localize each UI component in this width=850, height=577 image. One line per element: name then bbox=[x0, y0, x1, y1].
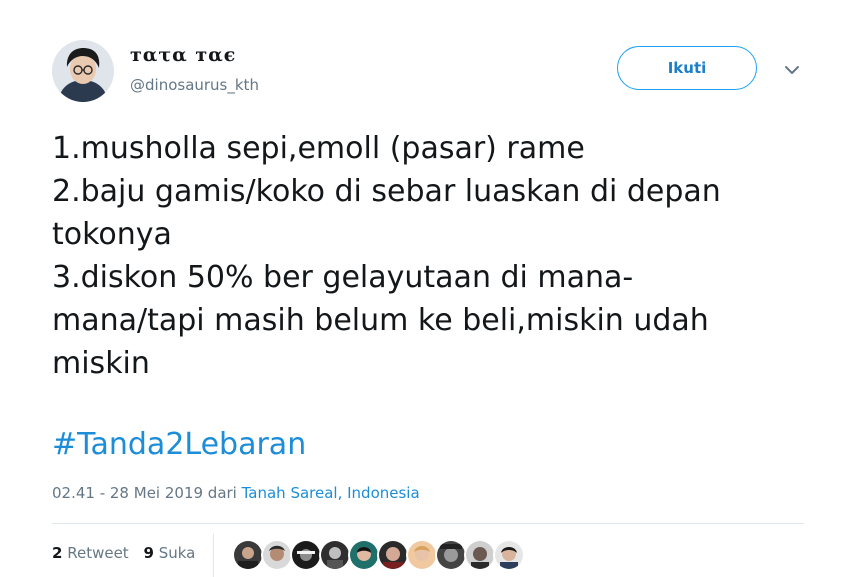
avatar-image bbox=[52, 40, 114, 102]
avatar[interactable] bbox=[52, 40, 114, 102]
tweet-card: тατα тαє @dinosaurus_kth Ikuti 1.musholl… bbox=[0, 0, 850, 577]
follow-button[interactable]: Ikuti bbox=[617, 46, 757, 90]
retweets-count: 2 bbox=[52, 544, 63, 562]
retweets-stat[interactable]: 2 Retweet bbox=[52, 544, 129, 562]
liker-avatar[interactable] bbox=[464, 539, 496, 571]
tweet-text-line: miskin bbox=[52, 346, 150, 381]
tweet-text-line: 2.baju gamis/koko di sebar luaskan di de… bbox=[52, 174, 721, 209]
tweet-meta: 02.41 - 28 Mei 2019 dari Tanah Sareal, I… bbox=[52, 484, 420, 502]
likes-label: Suka bbox=[158, 544, 196, 562]
tweet-text-line: mana/tapi masih belum ke beli,miskin uda… bbox=[52, 303, 709, 338]
liker-avatar[interactable] bbox=[319, 539, 351, 571]
likes-count: 9 bbox=[143, 544, 154, 562]
liker-avatar[interactable] bbox=[406, 539, 438, 571]
retweets-label: Retweet bbox=[67, 544, 129, 562]
liker-avatar[interactable] bbox=[232, 539, 264, 571]
liker-avatar[interactable] bbox=[261, 539, 293, 571]
tweet-timestamp[interactable]: 02.41 - 28 Mei 2019 dari bbox=[52, 484, 242, 502]
stats-divider bbox=[213, 534, 214, 577]
tweet-text-line: tokonya bbox=[52, 217, 172, 252]
liker-avatar[interactable] bbox=[290, 539, 322, 571]
liker-avatar[interactable] bbox=[435, 539, 467, 571]
location-link[interactable]: Tanah Sareal, Indonesia bbox=[242, 484, 420, 502]
liker-avatar[interactable] bbox=[493, 539, 525, 571]
liker-avatar[interactable] bbox=[348, 539, 380, 571]
likes-stat[interactable]: 9 Suka bbox=[143, 544, 195, 562]
tweet-text-line: 1.musholla sepi,emoll (pasar) rame bbox=[52, 131, 585, 166]
liker-avatar[interactable] bbox=[377, 539, 409, 571]
hashtag-link[interactable]: #Tanda2Lebaran bbox=[52, 423, 306, 466]
liker-avatars bbox=[232, 539, 525, 571]
user-handle[interactable]: @dinosaurus_kth bbox=[130, 76, 259, 94]
tweet-text: 1.musholla sepi,emoll (pasar) rame 2.baj… bbox=[52, 127, 822, 385]
display-name[interactable]: тατα тαє bbox=[130, 44, 236, 66]
divider bbox=[52, 523, 804, 524]
chevron-down-icon[interactable] bbox=[778, 56, 806, 84]
tweet-text-line: 3.diskon 50% ber gelayutaan di mana- bbox=[52, 260, 634, 295]
tweet-stats: 2 Retweet 9 Suka bbox=[52, 544, 205, 562]
